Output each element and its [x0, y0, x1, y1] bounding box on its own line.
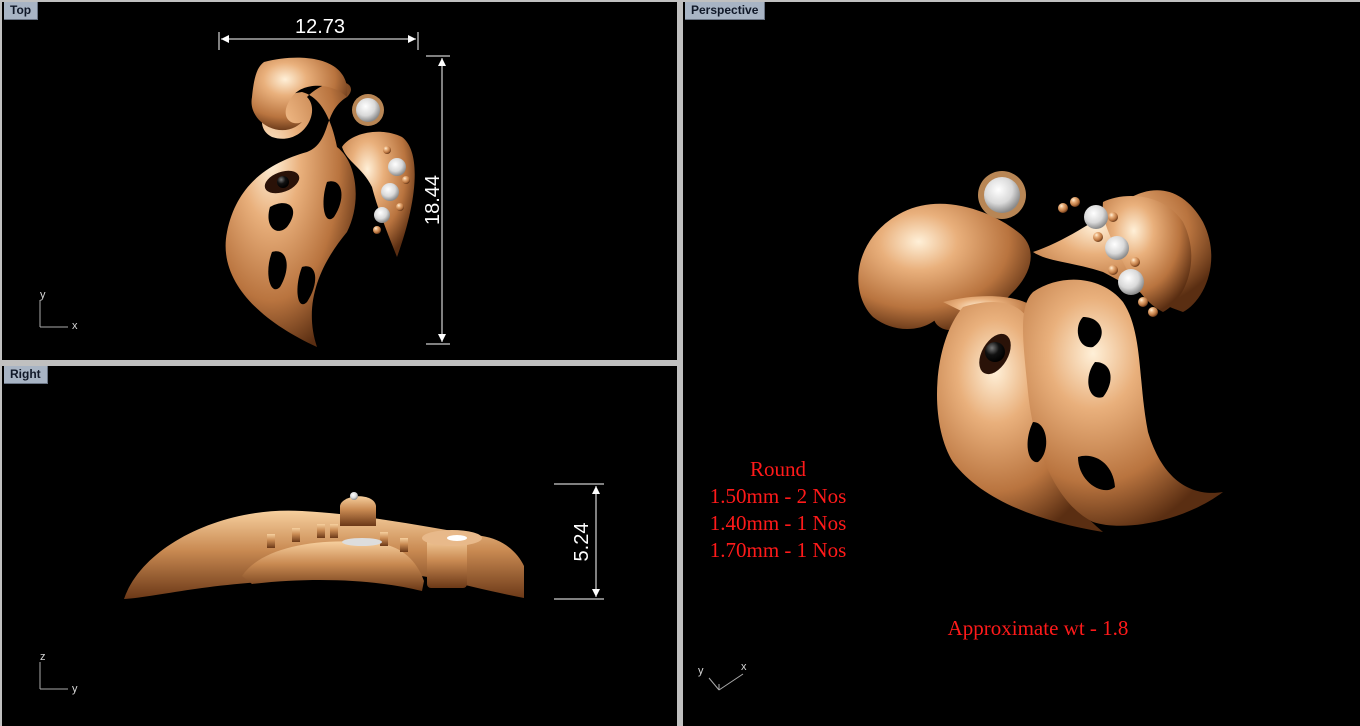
- axis-y-label: y: [40, 289, 46, 301]
- dimension-width: 12.73: [218, 16, 419, 50]
- viewport-right[interactable]: Right 5.24 z y: [2, 366, 677, 726]
- top-view-canvas[interactable]: 12.73 18.44 y x: [2, 2, 677, 360]
- stone-heading: Round: [750, 457, 807, 481]
- pendant-side-view: [124, 492, 524, 599]
- dimension-thickness: 5.24: [554, 483, 604, 600]
- axis-indicator-top: y x: [39, 289, 78, 332]
- axis-indicator-right: z y: [39, 651, 78, 695]
- pendant-top-view: [225, 57, 415, 348]
- dimension-thickness-text: 5.24: [571, 523, 593, 562]
- axis-x-label: x: [741, 661, 747, 673]
- stone-specification: Round 1.50mm - 2 Nos 1.40mm - 1 Nos 1.70…: [710, 457, 847, 562]
- viewport-perspective[interactable]: Perspective Round 1.50mm - 2 Nos 1.40mm …: [683, 2, 1360, 726]
- perspective-view-canvas[interactable]: Round 1.50mm - 2 Nos 1.40mm - 1 Nos 1.70…: [683, 2, 1360, 726]
- axis-z-label: z: [40, 651, 46, 663]
- pendant-perspective-view: [858, 171, 1223, 532]
- weight-note: Approximate wt - 1.8: [948, 616, 1129, 640]
- dimension-height-text: 18.44: [422, 175, 444, 225]
- dimension-width-text: 12.73: [295, 16, 345, 38]
- right-view-canvas[interactable]: 5.24 z y: [2, 366, 677, 726]
- stone-line: 1.70mm - 1 Nos: [710, 538, 847, 562]
- axis-indicator-perspective: y x: [698, 661, 747, 691]
- axis-y-label: y: [698, 665, 704, 677]
- dimension-height: 18.44: [422, 55, 450, 345]
- viewport-top[interactable]: Top 12.73 18.44 y x: [2, 2, 677, 360]
- axis-x-label: x: [72, 320, 78, 332]
- stone-line: 1.50mm - 2 Nos: [710, 484, 847, 508]
- axis-y-label: y: [72, 683, 78, 695]
- stone-line: 1.40mm - 1 Nos: [710, 511, 847, 535]
